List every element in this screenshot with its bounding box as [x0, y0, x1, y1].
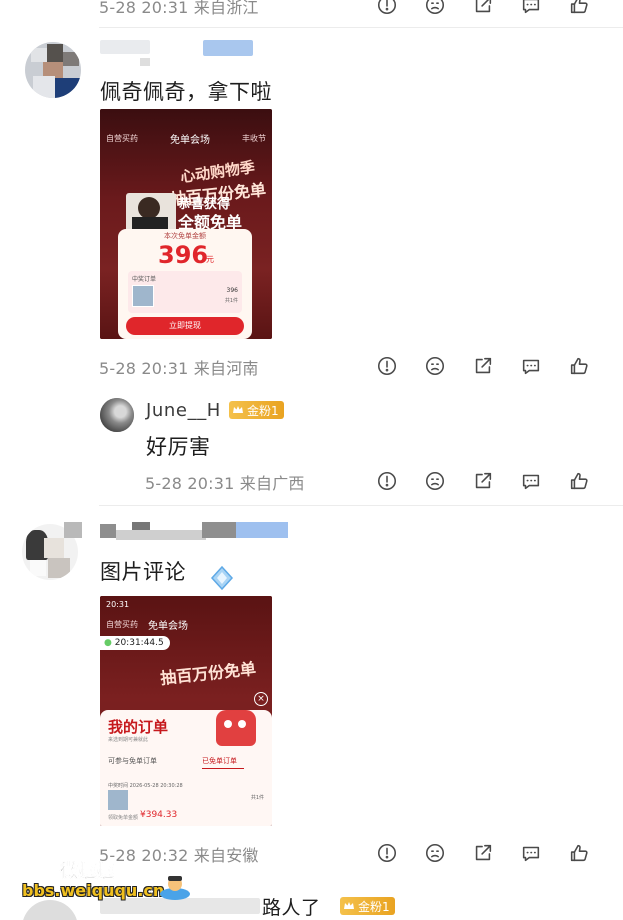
avatar[interactable] [22, 900, 78, 920]
share-icon[interactable] [472, 355, 494, 377]
dislike-face-icon[interactable] [424, 470, 446, 492]
shot-nav-title: 免单会场 [170, 134, 210, 146]
comment-time-location: 5-28 20:31 来自河南 [99, 359, 259, 378]
shot-status-time: 20:31 [106, 600, 130, 609]
shot-timer: ● 20:31:44.5 [100, 636, 170, 650]
shot-cta: 立即提现 [126, 317, 244, 335]
blurred-username-fragment [140, 58, 150, 66]
shot-timer-value: 20:31:44.5 [114, 638, 164, 648]
shot-order-count: 共1件 [224, 298, 238, 304]
divider [99, 27, 623, 28]
avatar[interactable] [25, 42, 81, 98]
reply-icon[interactable] [520, 355, 542, 377]
fan-badge-label: 金粉1 [358, 899, 390, 914]
comment-actions [376, 842, 590, 864]
reply-actions [376, 470, 590, 492]
like-icon[interactable] [568, 355, 590, 377]
dislike-face-icon[interactable] [424, 842, 446, 864]
shot-nav: 自营买药 免单会场 [100, 616, 272, 632]
like-icon[interactable] [568, 470, 590, 492]
comment-time-location: 5-28 20:31 来自浙江 [99, 0, 259, 17]
blurred-badge [236, 522, 288, 538]
shot-nav-left: 自营买药 [106, 133, 138, 143]
reply-icon[interactable] [520, 470, 542, 492]
divider [99, 505, 623, 506]
reply-icon[interactable] [520, 0, 542, 16]
comment-text: 图片评论 [100, 560, 186, 584]
shot-paid-label: 领取免单金额 [108, 815, 139, 821]
like-icon[interactable] [568, 842, 590, 864]
watermark-title: 微趣趣 [60, 861, 115, 883]
report-icon[interactable] [376, 355, 398, 377]
timer-icon: ● [104, 638, 112, 648]
share-icon[interactable] [472, 470, 494, 492]
comment-image[interactable]: 20:31 自营买药 免单会场 ● 20:31:44.5 抽百万份免单 × 我的… [100, 596, 272, 826]
partial-comment-text: 路人了 [262, 897, 321, 919]
reply-username[interactable]: June__H [146, 400, 221, 421]
shot-nav-right: 丰收节 [242, 133, 266, 143]
reply-avatar[interactable] [100, 398, 134, 432]
shot-tab-2: 已免单订单 [202, 757, 237, 765]
shot-order-price: 396 [226, 287, 238, 294]
shot-tab-1: 可参与免单订单 [108, 757, 157, 765]
share-icon[interactable] [472, 0, 494, 16]
like-icon[interactable] [568, 0, 590, 16]
reply-icon[interactable] [520, 842, 542, 864]
shot-nav-left: 自营买药 [106, 619, 138, 629]
shot-nav: 自营买药 免单会场 丰收节 [100, 129, 272, 147]
comment-text: 佩奇佩奇，拿下啦 [100, 80, 272, 104]
shot-order-time: 中奖时间 2026-05-28 20:30:28 [108, 783, 183, 789]
shot-paid-amount: ¥394.33 [140, 810, 178, 820]
report-icon[interactable] [376, 470, 398, 492]
report-icon[interactable] [376, 0, 398, 16]
shot-mascot [216, 710, 256, 746]
blurred-username [100, 524, 116, 538]
blurred-username-fragment [116, 530, 206, 540]
shot-panel-title: 我的订单 [108, 718, 169, 736]
shot-amount-label: 本次免单金额 [164, 232, 206, 240]
dislike-face-icon[interactable] [424, 0, 446, 16]
comment-image[interactable]: 自营买药 免单会场 丰收节 心动购物季 抽百万份免单 恭喜获得 全额免单 本次免… [100, 109, 272, 339]
crown-icon [344, 902, 354, 909]
comment-actions [376, 0, 590, 16]
fan-badge-label: 金粉1 [247, 403, 279, 418]
comment-time-location: 5-28 20:32 来自安徽 [99, 846, 259, 865]
report-icon[interactable] [376, 842, 398, 864]
shot-product-thumb [132, 285, 154, 307]
shot-order-count: 共1件 [250, 795, 264, 801]
shot-close-icon: × [254, 692, 268, 706]
watermark-mascot-icon [158, 872, 192, 902]
blurred-badge [203, 40, 253, 56]
fan-badge: 金粉1 [229, 401, 284, 419]
blurred-username-fragment [202, 522, 236, 538]
fan-badge: 金粉1 [340, 897, 395, 915]
blurred-mosaic [64, 522, 82, 538]
shot-order-label: 中奖订单 [132, 276, 157, 283]
comment-actions [376, 355, 590, 377]
share-icon[interactable] [472, 842, 494, 864]
diamond-sticker-icon [208, 564, 236, 592]
comment-meta: 5-28 20:32 来自安徽 [99, 841, 259, 867]
reply-text: 好厉害 [146, 435, 211, 459]
dislike-face-icon[interactable] [424, 355, 446, 377]
crown-icon [233, 406, 243, 413]
watermark-url: bbs.weiququ.cn [22, 881, 165, 900]
comment-meta: 5-28 20:31 来自浙江 [99, 0, 259, 19]
shot-amount-unit: 元 [206, 255, 214, 264]
shot-product-thumb [108, 790, 128, 810]
comment-meta: 5-28 20:31 来自河南 [99, 354, 259, 380]
shot-panel: 我的订单 来选到期可兼就此 可参与免单订单 已免单订单 中奖时间 2026-05… [100, 710, 272, 826]
reply-meta: 5-28 20:31 来自广西 [145, 469, 305, 495]
shot-person [126, 193, 176, 233]
shot-panel-sub: 来选到期可兼就此 [108, 737, 149, 743]
blurred-username [100, 40, 150, 54]
shot-nav-title: 免单会场 [148, 620, 188, 632]
shot-amount: 396 [158, 241, 209, 269]
reply-time-location: 5-28 20:31 来自广西 [145, 474, 305, 493]
shot-order: 中奖订单 396 共1件 [128, 271, 242, 313]
